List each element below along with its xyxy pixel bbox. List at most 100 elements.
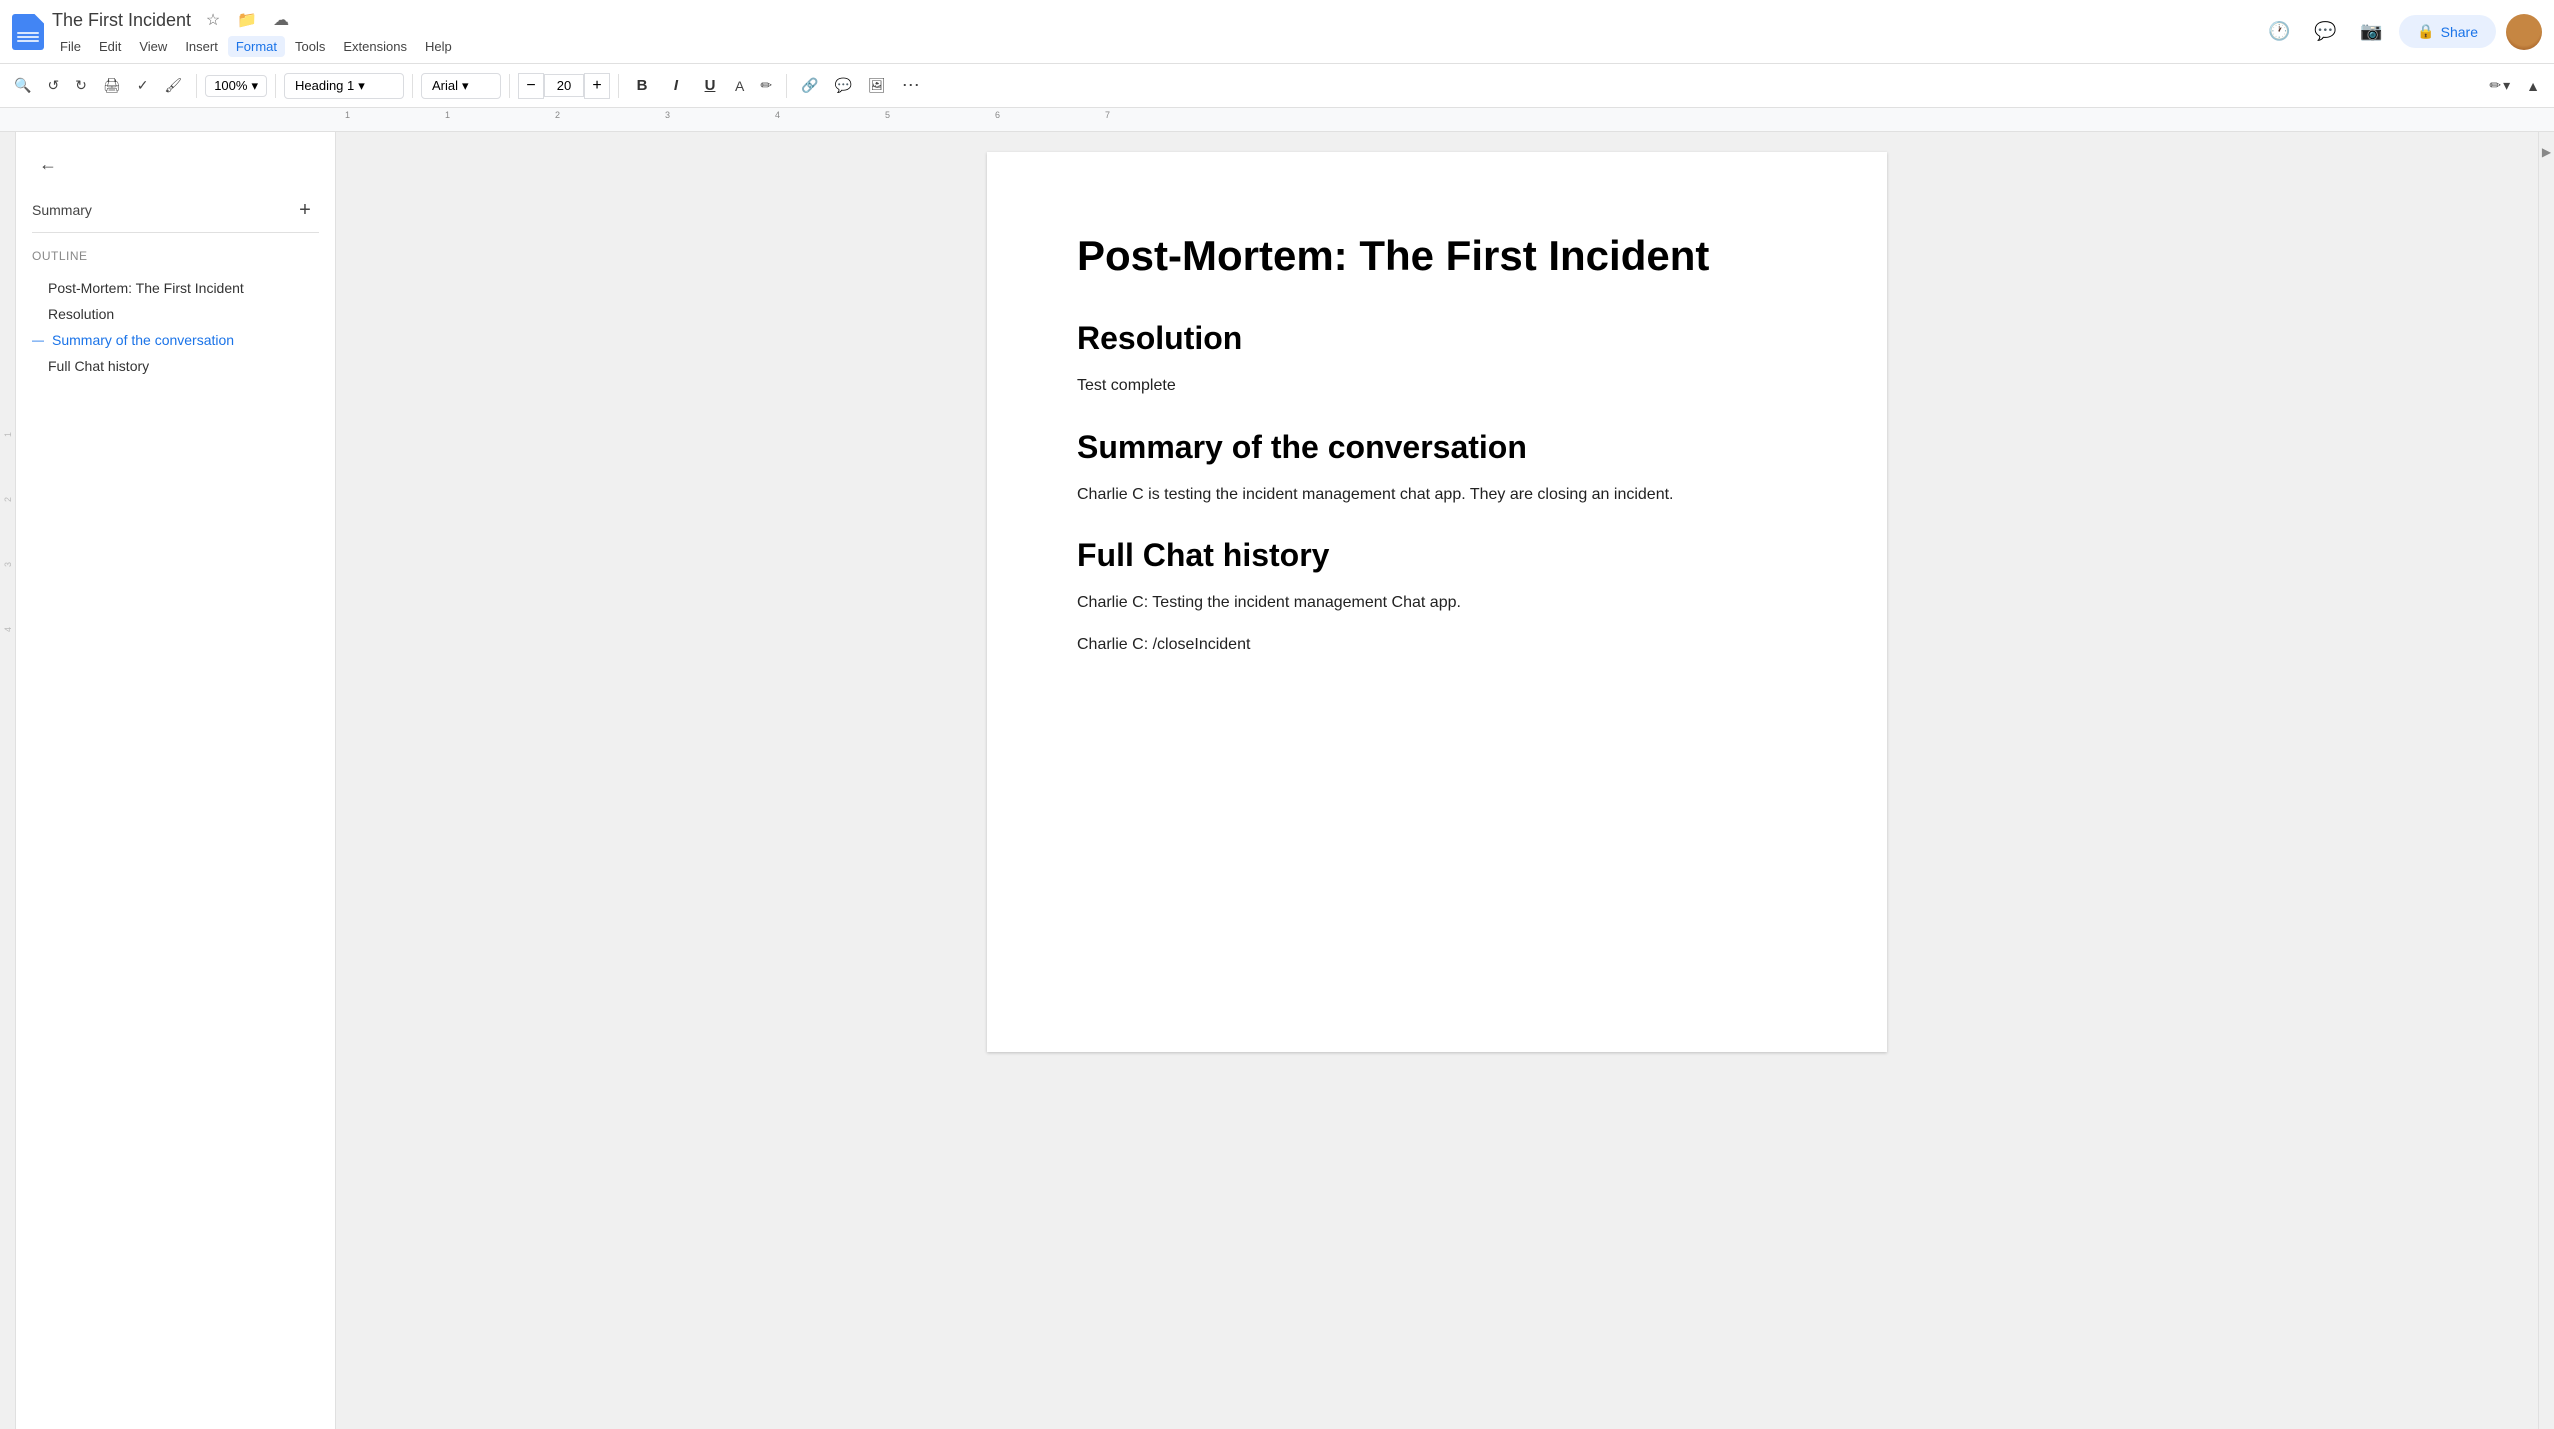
ruler-mark-3: 2 [555, 110, 560, 120]
doc-heading-1[interactable]: Resolution [1077, 320, 1797, 357]
separator-2 [275, 74, 276, 98]
lock-icon: 🔒 [2417, 23, 2434, 40]
share-button[interactable]: 🔒 Share [2399, 15, 2496, 48]
ruler-mark-7: 6 [995, 110, 1000, 120]
font-size-decrease[interactable]: − [518, 73, 544, 99]
print-button[interactable]: 🖨 [97, 73, 127, 98]
doc-area[interactable]: Post-Mortem: The First Incident Resoluti… [336, 132, 2538, 1429]
main-layout: 1 2 3 4 ← Summary + Outline Post-Mortem:… [0, 132, 2554, 1429]
ruler: 1 1 2 3 4 5 6 7 [0, 108, 2554, 132]
font-size-value[interactable]: 20 [544, 74, 584, 97]
chat-icon: 💬 [2314, 21, 2336, 42]
sidebar-summary-label: Summary [32, 202, 92, 218]
top-bar-right: 🕐 💬 📷 🔒 Share [2261, 14, 2542, 50]
menu-edit[interactable]: Edit [91, 36, 129, 57]
zoom-control[interactable]: 100% ▾ [205, 75, 267, 97]
link-icon: 🔗 [801, 77, 818, 94]
outline-item-1[interactable]: Post-Mortem: The First Incident [32, 275, 319, 301]
search-icon: 🔍 [14, 77, 31, 94]
history-button[interactable]: 🕐 [2261, 14, 2297, 50]
redo-button[interactable]: ↻ [69, 73, 93, 98]
image-icon: 🖼 [868, 77, 886, 94]
outline-label: Outline [32, 249, 319, 263]
doc-body-2[interactable]: Charlie C is testing the incident manage… [1077, 482, 1797, 508]
highlight-button[interactable]: ✏ [754, 73, 778, 98]
meet-button[interactable]: 📷 [2353, 14, 2389, 50]
doc-body-3-line1[interactable]: Charlie C: Testing the incident manageme… [1077, 590, 1797, 616]
menu-file[interactable]: File [52, 36, 89, 57]
style-chevron-icon: ▾ [358, 78, 365, 94]
sidebar-back-button[interactable]: ← [32, 148, 64, 180]
outline-item-3[interactable]: Summary of the conversation [32, 327, 319, 353]
menu-help[interactable]: Help [417, 36, 460, 57]
toolbar: 🔍 ↺ ↻ 🖨 ✓ 🖌 100% ▾ Heading 1 ▾ Arial ▾ −… [0, 64, 2554, 108]
style-value: Heading 1 [295, 78, 354, 93]
sidebar-add-button[interactable]: + [291, 196, 319, 224]
separator-6 [786, 74, 787, 98]
text-color-button[interactable]: A [729, 74, 750, 98]
font-chevron-icon: ▾ [462, 78, 469, 94]
menu-format[interactable]: Format [228, 36, 285, 57]
highlight-icon: ✏ [760, 77, 772, 94]
edit-pencil-icon: ✏ [2489, 77, 2501, 94]
ruler-mark-5: 4 [775, 110, 780, 120]
title-icons: ☆ 📁 ☁ [199, 6, 295, 34]
folder-button[interactable]: 📁 [233, 6, 261, 34]
sidebar-divider [32, 232, 319, 233]
menu-insert[interactable]: Insert [177, 36, 226, 57]
back-icon: ← [39, 154, 57, 175]
more-icon: ⋯ [902, 75, 920, 96]
doc-title[interactable]: The First Incident [52, 10, 191, 31]
style-dropdown[interactable]: Heading 1 ▾ [284, 73, 404, 99]
menu-view[interactable]: View [131, 36, 175, 57]
ruler-mark-1: 1 [345, 110, 350, 120]
edit-pencil-button[interactable]: ✏ ▾ [2483, 73, 2516, 98]
image-button[interactable]: 🖼 [862, 73, 892, 98]
italic-button[interactable]: I [661, 71, 691, 101]
separator-1 [196, 74, 197, 98]
doc-body-1[interactable]: Test complete [1077, 373, 1797, 399]
left-margin: 1 2 3 4 [0, 132, 16, 1429]
doc-heading-3[interactable]: Full Chat history [1077, 537, 1797, 574]
undo-icon: ↺ [47, 77, 59, 94]
spellcheck-button[interactable]: ✓ [131, 73, 155, 98]
avatar[interactable] [2506, 14, 2542, 50]
top-bar: The First Incident ☆ 📁 ☁ File Edit View … [0, 0, 2554, 64]
bold-button[interactable]: B [627, 71, 657, 101]
separator-5 [618, 74, 619, 98]
ruler-mark-4: 3 [665, 110, 670, 120]
font-dropdown[interactable]: Arial ▾ [421, 73, 501, 99]
menu-tools[interactable]: Tools [287, 36, 333, 57]
more-options-button[interactable]: ⋯ [896, 71, 926, 100]
link-button[interactable]: 🔗 [795, 73, 824, 98]
menu-extensions[interactable]: Extensions [335, 36, 415, 57]
zoom-chevron-icon: ▾ [251, 78, 258, 94]
underline-button[interactable]: U [695, 71, 725, 101]
outline-item-4[interactable]: Full Chat history [32, 353, 319, 379]
ruler-mark-8: 7 [1105, 110, 1110, 120]
font-size-increase[interactable]: + [584, 73, 610, 99]
star-button[interactable]: ☆ [199, 6, 227, 34]
collapse-toolbar-button[interactable]: ▲ [2520, 74, 2546, 98]
right-panel: ▶ [2538, 132, 2554, 1429]
doc-page: Post-Mortem: The First Incident Resoluti… [987, 152, 1887, 1052]
doc-section-3: Full Chat history Charlie C: Testing the… [1077, 537, 1797, 657]
comment-button[interactable]: 💬 [829, 73, 858, 98]
redo-icon: ↻ [75, 77, 87, 94]
doc-icon [12, 14, 44, 50]
right-panel-toggle[interactable]: ▶ [2537, 142, 2554, 162]
chat-button[interactable]: 💬 [2307, 14, 2343, 50]
format-paint-button[interactable]: 🖌 [158, 73, 188, 98]
doc-main-title[interactable]: Post-Mortem: The First Incident [1077, 232, 1797, 280]
cloud-button[interactable]: ☁ [267, 6, 295, 34]
sidebar: ← Summary + Outline Post-Mortem: The Fir… [16, 132, 336, 1429]
undo-button[interactable]: ↺ [41, 73, 65, 98]
comment-icon: 💬 [835, 77, 852, 94]
sidebar-summary-row: Summary + [32, 196, 319, 224]
search-button[interactable]: 🔍 [8, 73, 37, 98]
outline-item-2[interactable]: Resolution [32, 301, 319, 327]
doc-heading-2[interactable]: Summary of the conversation [1077, 429, 1797, 466]
ruler-content: 1 1 2 3 4 5 6 7 [335, 108, 2554, 131]
font-size-control: − 20 + [518, 73, 610, 99]
doc-body-3-line2[interactable]: Charlie C: /closeIncident [1077, 632, 1797, 658]
